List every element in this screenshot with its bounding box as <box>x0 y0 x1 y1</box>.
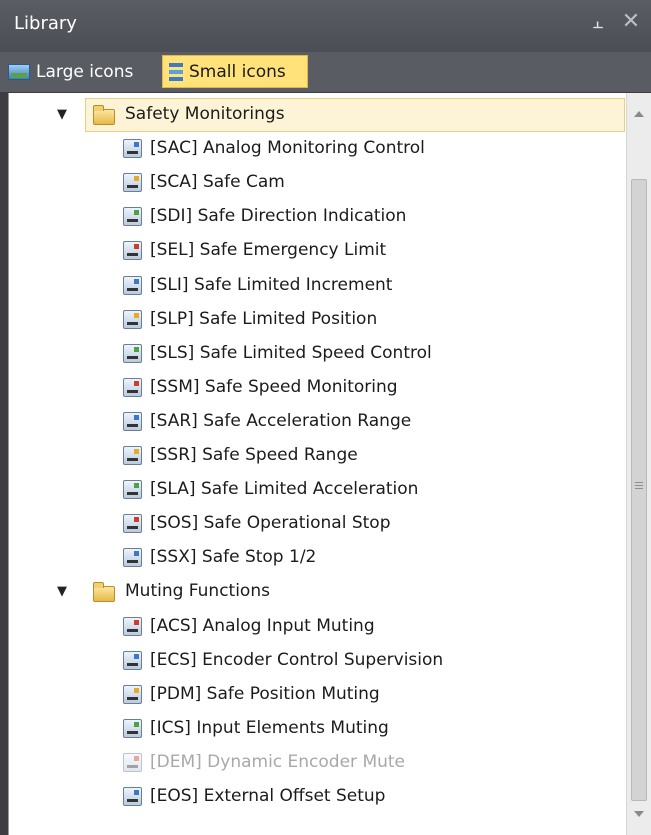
input-elements-muting-icon <box>123 718 142 738</box>
tree-item[interactable]: [SSM] Safe Speed Monitoring <box>9 371 627 405</box>
safe-acceleration-range-icon <box>123 411 142 431</box>
close-icon[interactable]: ✕ <box>620 10 642 34</box>
tree-item-label: [SAC] Analog Monitoring Control <box>150 138 425 159</box>
safe-limited-acceleration-icon <box>123 480 142 500</box>
tree-item-label: [SLA] Safe Limited Acceleration <box>150 479 419 500</box>
tree-item-label: [DEM] Dynamic Encoder Mute <box>150 751 406 772</box>
tree-item-label: [SLI] Safe Limited Increment <box>150 274 393 295</box>
scroll-up-icon[interactable] <box>634 111 644 117</box>
tree-item-label: [PDM] Safe Position Muting <box>150 683 380 704</box>
analog-monitoring-icon <box>123 139 142 159</box>
tree-group-label[interactable]: Muting Functions <box>125 581 270 601</box>
safe-position-muting-icon <box>123 684 142 704</box>
dynamic-encoder-mute-icon <box>123 752 142 772</box>
tree-item[interactable]: [PDM] Safe Position Muting <box>9 678 627 712</box>
folder-icon <box>93 582 115 603</box>
tree-item-label: [SSX] Safe Stop 1/2 <box>150 547 317 568</box>
safe-limited-position-icon <box>123 309 142 329</box>
grip-icon <box>635 482 643 490</box>
safe-speed-range-icon <box>123 446 142 465</box>
tree-item-label: [EOS] External Offset Setup <box>150 786 386 806</box>
tree-item-label: [ICS] Input Elements Muting <box>150 717 389 738</box>
pin-icon[interactable]: ⫠ <box>590 12 606 34</box>
scroll-down-icon[interactable] <box>634 811 644 817</box>
encoder-control-icon <box>123 650 142 670</box>
small-icons-button[interactable]: Small icons <box>162 55 308 88</box>
tree-item[interactable]: [SDI] Safe Direction Indication <box>9 200 627 234</box>
tree-item-label: [SSM] Safe Speed Monitoring <box>150 376 398 397</box>
tree-item[interactable]: [SCA] Safe Cam <box>9 166 627 200</box>
safe-speed-monitoring-icon <box>123 377 142 397</box>
tree-item-label: [SDI] Safe Direction Indication <box>150 206 407 227</box>
safe-limited-increment-icon <box>123 275 142 295</box>
tree-item[interactable]: [SOS] Safe Operational Stop <box>9 507 627 541</box>
tree-item-label: [SEL] Safe Emergency Limit <box>150 240 387 261</box>
tree-item[interactable]: [SLP] Safe Limited Position <box>9 303 627 337</box>
large-icons-label: Large icons <box>36 61 134 82</box>
small-icons-label: Small icons <box>189 61 286 82</box>
expand-chevron-icon[interactable]: ▼ <box>55 98 69 132</box>
tree-item-label: [SOS] Safe Operational Stop <box>150 513 391 534</box>
analog-input-muting-icon <box>123 616 142 636</box>
safe-emergency-limit-icon <box>123 241 142 261</box>
library-tree[interactable]: ▼ Safety Monitorings [SAC] Analog Monitori… <box>8 93 651 835</box>
large-icons-button[interactable]: Large icons <box>2 55 160 88</box>
scroll-thumb[interactable] <box>631 179 647 801</box>
tree-item[interactable]: [SSX] Safe Stop 1/2 <box>9 541 627 575</box>
expand-chevron-icon[interactable]: ▼ <box>55 575 69 609</box>
large-icons-icon <box>8 63 30 80</box>
tree-item[interactable]: [ECS] Encoder Control Supervision <box>9 644 627 678</box>
tree-item[interactable]: [SLS] Safe Limited Speed Control <box>9 337 627 371</box>
safe-limited-speed-icon <box>123 343 142 363</box>
tree-item[interactable]: [DEM] Dynamic Encoder Mute <box>9 746 627 780</box>
tree-item[interactable]: [ACS] Analog Input Muting <box>9 610 627 644</box>
folder-icon <box>93 105 115 125</box>
small-icons-icon <box>169 62 183 82</box>
safe-cam-icon <box>123 173 142 193</box>
panel-title: Library <box>14 13 77 34</box>
tree-item[interactable]: [SLI] Safe Limited Increment <box>9 269 627 303</box>
tree-group-label[interactable]: Safety Monitorings <box>125 104 285 124</box>
tree-item-label: [SAR] Safe Acceleration Range <box>150 410 412 431</box>
vertical-scrollbar[interactable] <box>626 93 651 835</box>
tree-item[interactable]: [SAR] Safe Acceleration Range <box>9 405 627 439</box>
tree-item[interactable]: [SLA] Safe Limited Acceleration <box>9 473 627 507</box>
tree-item-label: [SLP] Safe Limited Position <box>150 308 378 329</box>
library-panel: Library ⫠ ✕ Large icons Small icons ▼ Saf… <box>0 0 651 835</box>
tree-item-label: [SSR] Safe Speed Range <box>150 445 358 465</box>
tree-item[interactable]: [SAC] Analog Monitoring Control <box>9 132 627 166</box>
safe-direction-icon <box>123 207 142 227</box>
tree-item[interactable]: [SSR] Safe Speed Range <box>9 439 627 473</box>
tree-item-label: [ECS] Encoder Control Supervision <box>150 649 444 670</box>
tree-item[interactable]: [EOS] External Offset Setup <box>9 780 627 814</box>
title-bar[interactable]: Library ⫠ ✕ <box>0 0 651 53</box>
external-offset-icon <box>123 787 142 806</box>
safe-operational-stop-icon <box>123 514 142 534</box>
tree-item-label: [SCA] Safe Cam <box>150 172 285 193</box>
tree-item[interactable]: [SEL] Safe Emergency Limit <box>9 234 627 268</box>
safe-stop-icon <box>123 548 142 568</box>
view-toolbar: Large icons Small icons <box>0 52 651 93</box>
tree-item-label: [ACS] Analog Input Muting <box>150 615 375 636</box>
tree-item[interactable]: [ICS] Input Elements Muting <box>9 712 627 746</box>
tree-item-label: [SLS] Safe Limited Speed Control <box>150 342 432 363</box>
